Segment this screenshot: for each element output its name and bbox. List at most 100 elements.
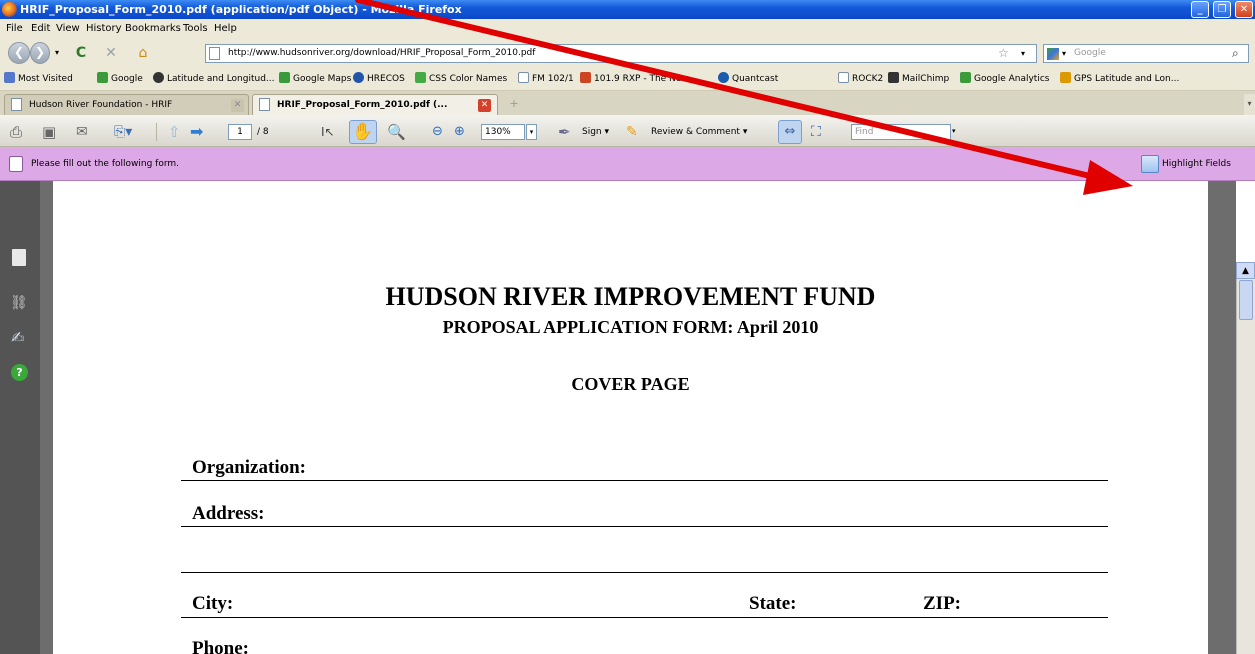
page-icon	[518, 72, 529, 83]
window-title-bar[interactable]: HRIF_Proposal_Form_2010.pdf (application…	[0, 0, 1255, 19]
pdf-toolbar: ⎙ ▣ ✉ ⎘▾ ⇧ ➡ 1 / 8 I↖ ✋ 🔍 ⊖ ⊕ 130% ▾ ✒ S…	[0, 115, 1255, 147]
email-icon[interactable]: ✉	[76, 122, 98, 142]
state-label: State:	[749, 593, 797, 614]
maximize-button[interactable]: ❐	[1213, 1, 1231, 18]
search-icon[interactable]: ⌕	[1232, 45, 1239, 62]
star-icon[interactable]: ☆	[998, 45, 1009, 62]
home-icon[interactable]: ⌂	[132, 44, 154, 62]
url-text: http://www.hudsonriver.org/download/HRIF…	[228, 48, 536, 58]
signatures-icon[interactable]: ✍	[11, 328, 29, 347]
bookmark-google[interactable]: Google	[97, 68, 143, 91]
select-text-icon[interactable]: I↖	[321, 122, 341, 142]
bookmark-label: Latitude and Longitud...	[167, 74, 275, 84]
menu-bookmarks[interactable]: Bookmarks	[125, 19, 181, 38]
fit-page-icon[interactable]: ⛶	[811, 122, 831, 142]
highlight-fields-button[interactable]: Highlight Fields	[1141, 152, 1251, 176]
review-comment-icon[interactable]: ✎	[626, 122, 648, 142]
organization-field[interactable]	[181, 480, 1108, 481]
sign-pen-icon[interactable]: ✒	[558, 122, 580, 142]
find-dropdown-icon[interactable]: ▾	[952, 124, 962, 140]
menu-file[interactable]: File	[6, 19, 23, 38]
tab-hudson-river-foundation[interactable]: Hudson River Foundation - HRIF ✕	[4, 94, 249, 115]
engine-dropdown-icon[interactable]: ▾	[1062, 45, 1066, 62]
city-state-zip-field[interactable]	[181, 617, 1108, 618]
marquee-zoom-icon[interactable]: 🔍	[387, 122, 409, 142]
save-icon[interactable]: ▣	[42, 122, 60, 142]
search-placeholder: Google	[1074, 48, 1106, 58]
highlight-fields-icon	[1141, 155, 1159, 173]
bookmark-rock2[interactable]: ROCK2	[838, 68, 883, 91]
bookmark-latitude[interactable]: Latitude and Longitud...	[153, 68, 275, 91]
bookmark-label: 101.9 RXP - The New ...	[594, 74, 701, 84]
next-page-icon[interactable]: ➡	[190, 122, 208, 142]
document-gutter-right	[1208, 181, 1236, 654]
sign-button[interactable]: Sign ▾	[582, 122, 622, 142]
vertical-scrollbar[interactable]	[1236, 262, 1255, 654]
scrollbar-thumb[interactable]	[1239, 280, 1253, 320]
bookmark-rxp[interactable]: 101.9 RXP - The New ...	[580, 68, 700, 91]
bookmark-gps[interactable]: GPS Latitude and Lon...	[1060, 68, 1179, 91]
pdf-page: HUDSON RIVER IMPROVEMENT FUND PROPOSAL A…	[53, 181, 1208, 654]
hand-tool-icon[interactable]: ✋	[349, 120, 377, 144]
bookmark-hrecos[interactable]: HRECOS	[353, 68, 405, 91]
bookmark-most-visited[interactable]: Most Visited	[4, 68, 73, 91]
zoom-in-icon[interactable]: ⊕	[454, 122, 470, 142]
window-title: HRIF_Proposal_Form_2010.pdf (application…	[20, 3, 462, 16]
google-analytics-icon	[960, 72, 971, 83]
stop-icon[interactable]: ✕	[100, 44, 122, 62]
bookmark-css-color-names[interactable]: CSS Color Names	[415, 68, 507, 91]
bookmark-mailchimp[interactable]: MailChimp	[888, 68, 949, 91]
bookmark-quantcast[interactable]: Quantcast	[718, 68, 778, 91]
close-window-button[interactable]: ✕	[1235, 1, 1253, 18]
page-icon	[259, 98, 270, 111]
tab-list-dropdown-icon[interactable]: ▾	[1244, 94, 1255, 115]
share-icon[interactable]: ⎘▾	[114, 122, 142, 142]
reload-icon[interactable]: C	[70, 44, 92, 62]
forward-button[interactable]: ❯	[30, 42, 50, 64]
previous-page-icon[interactable]: ⇧	[168, 122, 186, 142]
scroll-up-arrow-icon[interactable]: ▲	[1236, 262, 1255, 279]
pages-icon[interactable]	[12, 249, 26, 266]
menu-tools[interactable]: Tools	[183, 19, 208, 38]
address-field[interactable]	[181, 526, 1108, 527]
search-box[interactable]: ▾ Google ⌕	[1043, 44, 1249, 63]
most-visited-icon	[4, 72, 15, 83]
css-icon	[415, 72, 426, 83]
zoom-dropdown-icon[interactable]: ▾	[526, 124, 537, 140]
zoom-out-icon[interactable]: ⊖	[432, 122, 448, 142]
menu-history[interactable]: History	[86, 19, 122, 38]
history-dropdown-icon[interactable]: ▾	[52, 44, 62, 62]
bookmark-label: Google Analytics	[974, 74, 1050, 84]
organization-label: Organization:	[192, 457, 306, 478]
find-input[interactable]: Find	[851, 124, 951, 140]
tab-hrif-proposal-form[interactable]: HRIF_Proposal_Form_2010.pdf (... ✕	[252, 94, 498, 115]
attachments-icon[interactable]: ⛓	[10, 295, 30, 311]
address-line-2-field[interactable]	[181, 572, 1108, 573]
tab-close-icon[interactable]: ✕	[231, 99, 244, 112]
review-comment-button[interactable]: Review & Comment ▾	[651, 122, 761, 142]
bookmark-fm102[interactable]: FM 102/1	[518, 68, 574, 91]
back-button[interactable]: ❮	[8, 42, 30, 64]
menu-help[interactable]: Help	[214, 19, 237, 38]
page-icon	[11, 98, 22, 111]
minimize-button[interactable]: _	[1191, 1, 1209, 18]
help-icon[interactable]: ?	[11, 364, 28, 381]
tab-close-icon[interactable]: ✕	[478, 99, 491, 112]
tab-bar: Hudson River Foundation - HRIF ✕ HRIF_Pr…	[0, 91, 1255, 115]
print-icon[interactable]: ⎙	[10, 122, 30, 142]
section-title: COVER PAGE	[571, 374, 690, 394]
menu-view[interactable]: View	[56, 19, 80, 38]
address-bar[interactable]: http://www.hudsonriver.org/download/HRIF…	[205, 44, 1037, 63]
fit-width-icon[interactable]: ⇔	[778, 120, 802, 144]
menu-edit[interactable]: Edit	[31, 19, 50, 38]
google-maps-icon	[279, 72, 290, 83]
document-title: HUDSON RIVER IMPROVEMENT FUND	[385, 282, 876, 311]
bookmark-google-maps[interactable]: Google Maps	[279, 68, 351, 91]
hrecos-icon	[353, 72, 364, 83]
bookmark-google-analytics[interactable]: Google Analytics	[960, 68, 1049, 91]
zoom-select[interactable]: 130%	[481, 124, 525, 140]
new-tab-button[interactable]: +	[506, 96, 522, 112]
google-engine-icon[interactable]	[1047, 48, 1059, 60]
page-number-input[interactable]: 1	[228, 124, 252, 140]
url-dropdown-icon[interactable]: ▾	[1021, 45, 1025, 62]
